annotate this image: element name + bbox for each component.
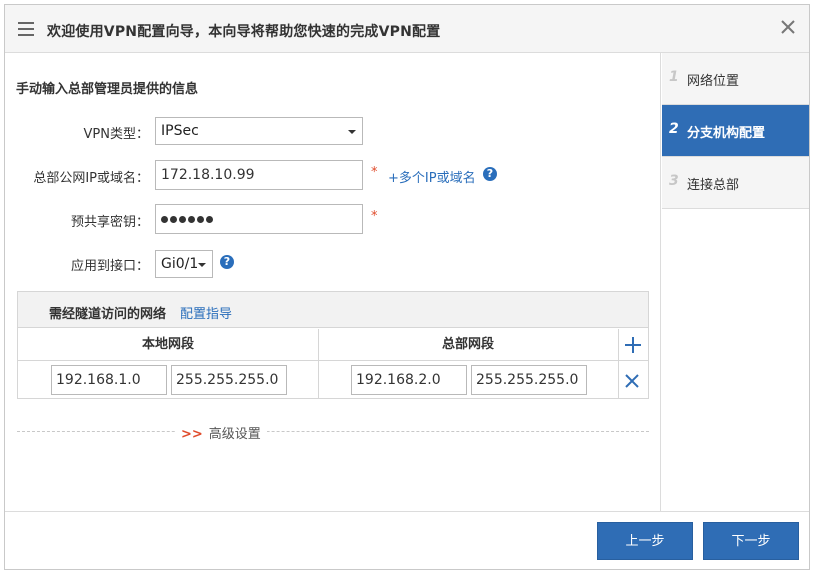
local-ip-input[interactable]: 192.168.1.0 (51, 365, 167, 395)
iface-label: 应用到接口： (70, 259, 149, 274)
chevron-down-icon (198, 263, 206, 267)
double-chevron-icon: >> (181, 427, 203, 442)
add-more-ip-link[interactable]: +多个IP或域名 (388, 167, 476, 186)
step-label: 连接总部 (687, 178, 740, 193)
iface-value: Gi0/1 (161, 256, 199, 272)
wizard-steps: 1 网络位置 2 分支机构配置 3 连接总部 (662, 53, 809, 511)
chevron-down-icon (348, 130, 356, 134)
section-title: 手动输入总部管理员提供的信息 (16, 82, 199, 97)
step-connect-hq[interactable]: 3 连接总部 (662, 157, 809, 209)
vpn-type-label: VPN类型： (83, 127, 149, 142)
vpn-type-select[interactable]: IPSec (155, 117, 363, 145)
add-row-plus-icon[interactable] (624, 336, 642, 358)
next-step-button[interactable]: 下一步 (703, 522, 799, 560)
local-mask-input[interactable]: 255.255.255.0 (171, 365, 287, 395)
psk-label: 预共享密钥： (70, 215, 149, 230)
step-branch-config[interactable]: 2 分支机构配置 (662, 105, 809, 157)
delete-row-x-icon[interactable] (625, 374, 639, 392)
advanced-settings-label: 高级设置 (208, 427, 261, 442)
step-network-location[interactable]: 1 网络位置 (662, 53, 809, 105)
prev-step-button[interactable]: 上一步 (597, 522, 693, 560)
step-number: 3 (669, 173, 679, 189)
vpn-type-value: IPSec (161, 123, 199, 139)
dialog-header: 欢迎使用VPN配置向导，本向导将帮助您快速的完成VPN配置 (5, 5, 809, 53)
password-dot (188, 215, 195, 223)
help-icon[interactable]: ? (483, 167, 497, 181)
required-marker: * (371, 165, 378, 180)
password-dot (170, 215, 177, 223)
iface-select[interactable]: Gi0/1 (155, 250, 213, 278)
password-dot (197, 215, 204, 223)
wizard-content: 手动输入总部管理员提供的信息 VPN类型： IPSec 总部公网IP或域名： 1… (5, 53, 661, 511)
help-icon[interactable]: ? (220, 255, 234, 269)
vpn-wizard-dialog: 欢迎使用VPN配置向导，本向导将帮助您快速的完成VPN配置 手动输入总部管理员提… (4, 4, 810, 570)
psk-input[interactable] (155, 204, 363, 234)
hq-ip-cell-input[interactable]: 192.168.2.0 (351, 365, 467, 395)
password-dot (179, 215, 186, 223)
column-header-local: 本地网段 (18, 329, 318, 361)
required-marker: * (371, 209, 378, 224)
column-header-hq: 总部网段 (318, 329, 618, 361)
psk-masked-value (161, 211, 215, 227)
hq-ip-label: 总部公网IP或域名： (33, 171, 149, 186)
tunnel-table-header: 需经隧道访问的网络 配置指导 (18, 292, 648, 328)
password-dot (206, 215, 213, 223)
dialog-footer: 上一步 下一步 (5, 511, 809, 569)
step-number: 1 (669, 69, 679, 85)
close-icon[interactable] (780, 19, 796, 35)
menu-icon (18, 22, 34, 36)
config-guide-link[interactable]: 配置指导 (180, 303, 232, 322)
step-label: 分支机构配置 (687, 126, 766, 141)
advanced-settings-toggle[interactable]: >> 高级设置 (175, 423, 267, 442)
dialog-title: 欢迎使用VPN配置向导，本向导将帮助您快速的完成VPN配置 (47, 24, 441, 40)
step-number: 2 (669, 121, 679, 137)
hq-mask-input[interactable]: 255.255.255.0 (471, 365, 587, 395)
hq-ip-input[interactable]: 172.18.10.99 (155, 160, 363, 190)
step-label: 网络位置 (687, 74, 740, 89)
password-dot (161, 215, 168, 223)
tunnel-network-table: 需经隧道访问的网络 配置指导 本地网段 总部网段 192.168.1.0 255… (17, 291, 649, 399)
tunnel-title: 需经隧道访问的网络 (49, 307, 167, 322)
advanced-divider (17, 431, 649, 432)
